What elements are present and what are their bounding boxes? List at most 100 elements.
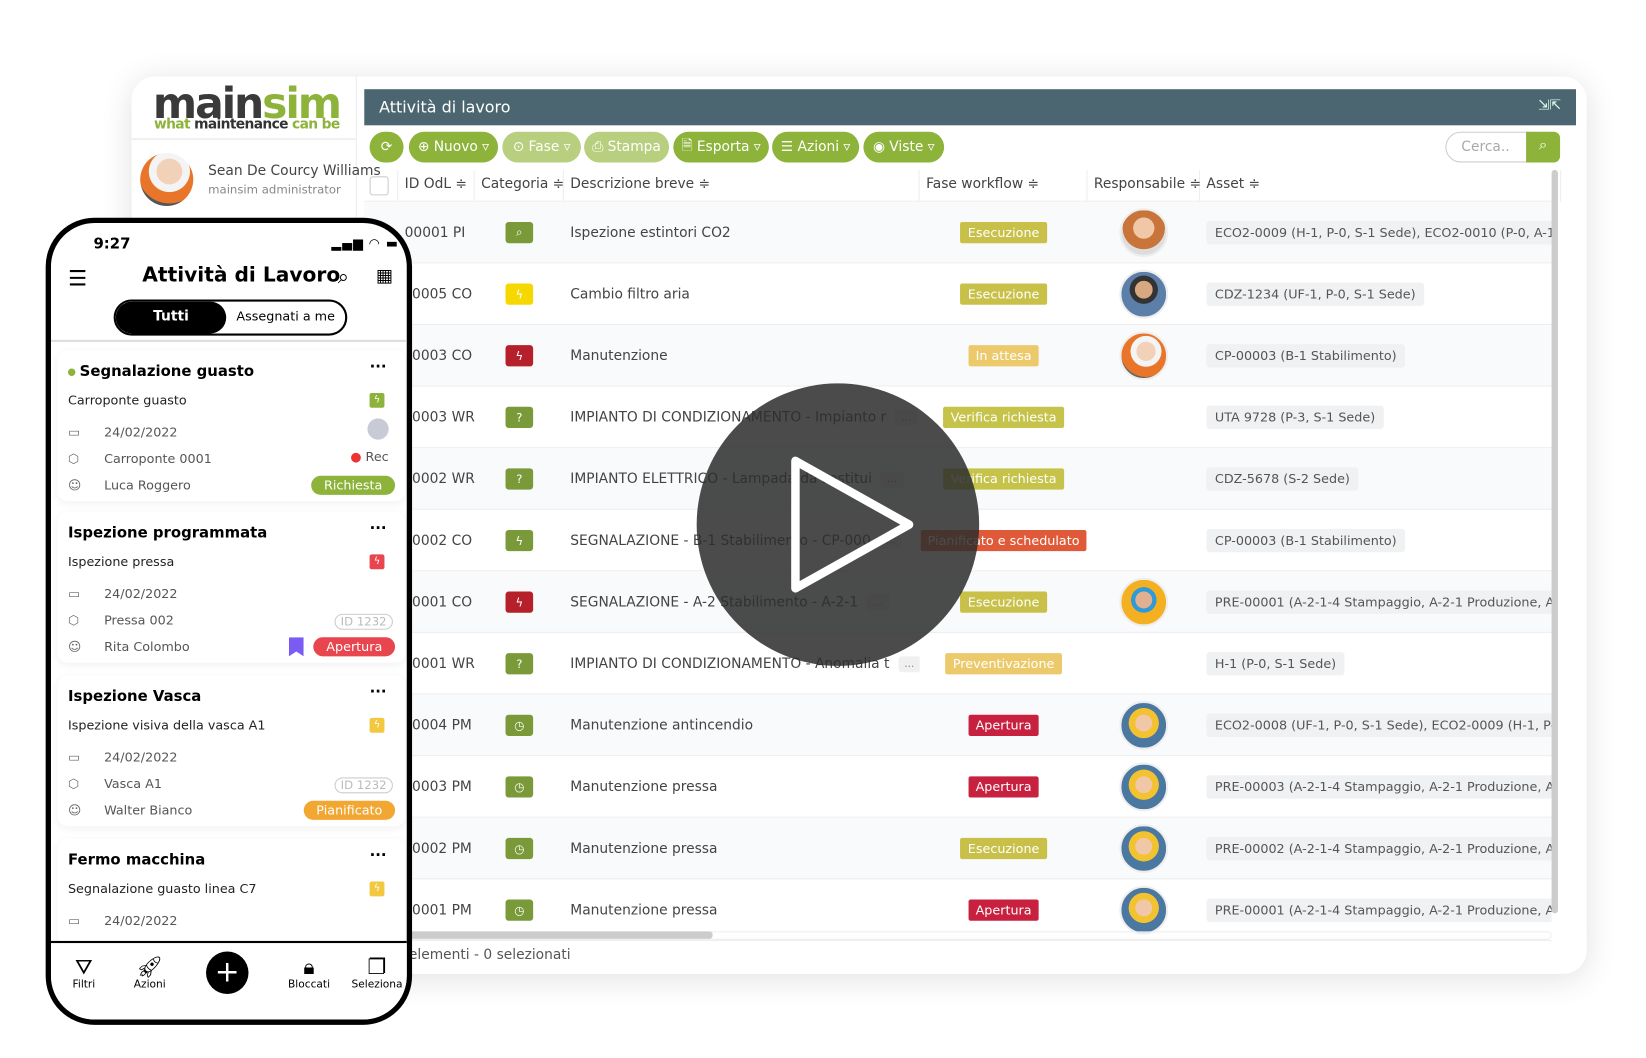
tab-tutti[interactable]: Tutti: [115, 301, 227, 334]
search-icon[interactable]: ⌕: [338, 266, 349, 289]
column-header[interactable]: Fase workflow ≑: [920, 169, 1088, 202]
filter-segmented-control: Tutti Assegnati a me: [113, 299, 348, 336]
search-button[interactable]: ⌕: [1526, 131, 1561, 163]
card-date: ▭ 24/02/2022: [67, 586, 178, 602]
cell-id: 0003 PM: [412, 778, 472, 795]
panel-header: Attività di lavoro ⇲⇱: [364, 89, 1577, 126]
cell-category: ◷: [475, 756, 564, 818]
plus-icon: +: [214, 953, 240, 989]
more-options-icon[interactable]: ···: [370, 359, 387, 376]
card-subtitle: Ispezione pressa: [67, 554, 175, 570]
filter-icon: ⛛: [74, 953, 93, 980]
column-header[interactable]: Asset ≑: [1200, 169, 1562, 202]
more-options-icon[interactable]: ···: [370, 847, 387, 864]
work-order-card[interactable]: Segnalazione guasto ··· Carroponte guasto ϟ…: [57, 350, 406, 502]
work-order-card[interactable]: Fermo macchina ··· Segnalazione guasto lin…: [57, 838, 406, 946]
table-footer-count: elementi - 0 selezionati: [408, 947, 571, 964]
cell-category: ϟ: [475, 571, 564, 633]
user-icon: ☺: [67, 639, 82, 655]
cell-id: 0003 CO: [412, 347, 473, 364]
mobile-page-title: Attività di Lavoro: [142, 263, 341, 287]
column-header[interactable]: Categoria ≑: [475, 169, 564, 202]
lock-icon: 🔒︎: [303, 953, 315, 980]
work-order-card[interactable]: Ispezione programmata ··· Ispezione pressa…: [57, 511, 406, 663]
azioni-button[interactable]: ☰ Azioni ▿: [772, 131, 860, 163]
stampa-button[interactable]: ⎙ Stampa: [584, 131, 670, 163]
search-input[interactable]: Cerca..: [1445, 131, 1529, 163]
cell-description: Manutenzione antincendio: [570, 717, 754, 734]
calendar-icon: ▭: [67, 913, 81, 929]
nav-seleziona[interactable]: ❐ Seleziona: [350, 954, 403, 991]
bookmark-icon[interactable]: [288, 637, 304, 657]
cell-description: Manutenzione pressa: [570, 840, 718, 857]
avatar: [1119, 885, 1169, 935]
horizontal-scrollbar[interactable]: [406, 931, 713, 939]
status-pill: Apertura: [313, 637, 396, 657]
cell-fase: Esecuzione: [920, 263, 1088, 325]
hamburger-menu-icon[interactable]: ☰: [68, 266, 87, 291]
avatar: [1119, 331, 1169, 381]
nav-azioni[interactable]: 🚀︎ Azioni: [123, 954, 176, 991]
more-options-icon[interactable]: ···: [370, 520, 387, 537]
column-header[interactable]: Responsabile ≑: [1087, 169, 1201, 202]
status-pill: Pianificato: [303, 800, 396, 820]
cell-asset: CP-00003 (B-1 Stabilimento): [1206, 510, 1551, 572]
nav-filtri[interactable]: ⛛ Filtri: [57, 954, 110, 991]
table-row[interactable]: 0003 CO ϟ Manutenzione In attesa CP-00003 (B…: [364, 324, 1552, 387]
table-row[interactable]: 0004 PM ◷ Manutenzione antincendio Apertura…: [364, 694, 1552, 757]
qr-code-icon[interactable]: ▦: [376, 266, 393, 287]
bolt-icon: ϟ: [505, 529, 534, 552]
select-all-checkbox[interactable]: [369, 176, 389, 196]
more-options-icon[interactable]: ···: [370, 684, 387, 701]
video-play-button[interactable]: [696, 383, 980, 666]
user-icon: ☺: [67, 477, 82, 493]
button-label: Esporta: [696, 139, 750, 156]
vertical-scrollbar[interactable]: [1551, 169, 1558, 914]
avatar: [1119, 208, 1169, 258]
cell-responsabile: [1087, 448, 1200, 510]
button-label: Stampa: [607, 139, 661, 156]
nuovo-button[interactable]: ⊕ Nuovo ▿: [408, 131, 499, 163]
tab-assegnati[interactable]: Assegnati a me: [226, 302, 345, 334]
user-name: Sean De Courcy Williams: [208, 163, 381, 180]
question-icon: ?: [505, 406, 534, 428]
collapse-icon[interactable]: ⇲⇱: [1538, 98, 1561, 114]
clock-icon: ◷: [505, 714, 534, 736]
esporta-button[interactable]: 🗎 Esporta ▿: [673, 131, 769, 163]
cell-asset: PRE-00002 (A-2-1-4 Stampaggio, A-2-1 Pro…: [1206, 818, 1552, 880]
table-row[interactable]: 0002 PM ◷ Manutenzione pressa Esecuzione PRE…: [364, 817, 1552, 880]
avatar: [1119, 762, 1169, 812]
table-row[interactable]: 0003 PM ◷ Manutenzione pressa Apertura PRE-0…: [364, 756, 1552, 818]
cell-description: Cambio filtro aria: [570, 286, 690, 303]
column-header[interactable]: Descrizione breve ≑: [564, 169, 920, 202]
cell-asset: ECO2-0009 (H-1, P-0, S-1 Sede), ECO2-001…: [1206, 202, 1552, 264]
cell-responsabile: [1087, 387, 1200, 449]
refresh-button[interactable]: ⟳: [369, 131, 404, 163]
card-title: Ispezione programmata: [67, 524, 268, 542]
cell-id: 00001 PI: [404, 224, 466, 241]
table-row[interactable]: 0005 CO ϟ Cambio filtro aria Esecuzione CDZ-…: [364, 263, 1552, 325]
button-label: Viste: [889, 139, 924, 156]
caret-down-icon: ▿: [753, 139, 761, 156]
calendar-icon: ▭: [67, 749, 81, 765]
search-icon: ⌕: [1538, 136, 1548, 154]
user-profile[interactable]: Sean De Courcy Williams mainsim administ…: [131, 138, 381, 212]
table-row[interactable]: 00001 PI ⌕ Ispezione estintori CO2 Esecuzio…: [364, 201, 1552, 264]
avatar: [1119, 577, 1169, 627]
column-header[interactable]: ID OdL ≑: [398, 169, 475, 202]
print-icon: ⎙: [592, 139, 604, 156]
divider: [50, 339, 407, 342]
add-button[interactable]: +: [206, 951, 249, 995]
bolt-icon: ϟ: [369, 554, 385, 570]
machine-icon: [367, 418, 389, 440]
nav-bloccati[interactable]: 🔒︎ Bloccati: [282, 954, 335, 991]
work-order-card[interactable]: Ispezione Vasca ··· Ispezione visiva della…: [57, 675, 406, 827]
cell-id: 0001 CO: [412, 594, 473, 611]
cell-category: ⌕: [475, 202, 564, 264]
fase-button[interactable]: ⊙ Fase ▿: [502, 131, 581, 163]
bottom-navigation: ⛛ Filtri 🚀︎ Azioni + 🔒︎ Bloccati ❐ Seleziona: [50, 940, 407, 1020]
cell-fase: Esecuzione: [920, 202, 1088, 264]
viste-button[interactable]: ◉ Viste ▿: [863, 131, 945, 163]
button-label: Fase: [528, 139, 560, 156]
cell-responsabile: [1087, 571, 1200, 633]
